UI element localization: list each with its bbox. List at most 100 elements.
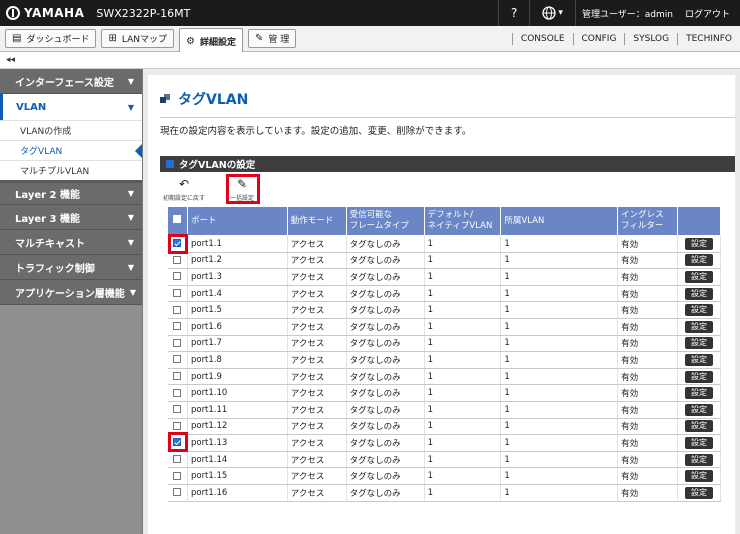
cell-port: port1.8 [187,351,288,369]
cell-frame: タグなしのみ [346,351,425,369]
cell-port: port1.5 [187,301,288,319]
cell-vlan: 1 [500,335,619,353]
column-action [676,206,722,236]
sidebar-item-interface[interactable]: インターフェース設定 ▼ [0,69,142,94]
row-settings-button[interactable]: 設定 [684,470,713,483]
row-checkbox[interactable] [173,405,182,414]
sidebar-item-application[interactable]: アプリケーション層機能 ▼ [0,280,142,305]
cell-port: port1.7 [187,335,288,353]
chevron-down-icon: ▼ [127,76,134,86]
language-button[interactable]: ▾ [529,0,575,26]
row-action-cell: 設定 [677,401,722,419]
select-all-checkbox[interactable] [173,215,182,223]
row-settings-button[interactable]: 設定 [684,420,713,433]
lan-map-icon: ⊞ [108,33,117,44]
row-checkbox[interactable] [173,355,182,364]
cell-vlan: 1 [500,384,619,402]
row-checkbox[interactable] [173,289,182,298]
sidebar-item-vlan[interactable]: VLAN ▼ [0,94,142,120]
cell-port: port1.6 [187,318,288,336]
row-settings-button[interactable]: 設定 [684,304,713,317]
chevron-down-icon: ▼ [127,189,134,198]
row-checkbox[interactable] [173,488,182,497]
cell-frame: タグなしのみ [346,252,425,270]
techinfo-link[interactable]: TECHINFO [677,32,740,45]
console-link[interactable]: CONSOLE [511,32,573,45]
row-action-cell: 設定 [677,235,722,253]
row-checkbox[interactable] [173,255,182,264]
row-checkbox[interactable] [173,421,182,430]
row-settings-button[interactable]: 設定 [684,486,713,499]
row-checkbox[interactable] [173,322,182,331]
table-row: port1.13 アクセス タグなしのみ 1 1 有効 設定 [167,434,722,452]
reset-defaults-button[interactable]: ↶ 初期設定に戻す [160,177,208,202]
row-checkbox[interactable] [173,471,182,480]
row-settings-button[interactable]: 設定 [684,436,713,449]
chevron-down-icon: ▼ [129,287,136,297]
table-row: port1.2 アクセス タグなしのみ 1 1 有効 設定 [167,252,722,270]
chevron-down-icon: ▼ [127,102,134,112]
logout-link[interactable]: ログアウト [679,0,740,26]
row-settings-button[interactable]: 設定 [684,337,713,350]
cell-native: 1 [424,434,502,452]
cell-mode: アクセス [287,235,347,253]
syslog-link[interactable]: SYSLOG [624,32,677,45]
sidebar-item-multicast[interactable]: マルチキャスト ▼ [0,230,142,255]
row-settings-button[interactable]: 設定 [684,403,713,416]
tab-management[interactable]: ✎ 管 理 [247,29,297,48]
sidebar-item-traffic-control[interactable]: トラフィック制御 ▼ [0,255,142,280]
cell-vlan: 1 [500,401,619,419]
chevron-down-icon: ▼ [127,237,134,247]
row-select-cell [167,484,188,502]
row-settings-button[interactable]: 設定 [684,287,713,300]
table-row: port1.10 アクセス タグなしのみ 1 1 有効 設定 [167,384,722,402]
row-settings-button[interactable]: 設定 [684,353,713,366]
tab-dashboard-label: ダッシュボード [26,35,90,45]
table-row: port1.9 アクセス タグなしのみ 1 1 有効 設定 [167,368,722,386]
row-select-cell [167,368,188,386]
page-description: 現在の設定内容を表示しています。設定の追加、変更、削除ができます。 [160,126,472,137]
row-settings-button[interactable]: 設定 [684,387,713,400]
cell-filter: 有効 [617,285,678,303]
current-user: 管理ユーザー：admin [574,0,679,26]
sidebar-item-layer2[interactable]: Layer 2 機能 ▼ [0,180,142,205]
sidebar-subitem-multiple-vlan[interactable]: マルチプルVLAN [0,160,142,180]
row-checkbox[interactable] [173,305,182,314]
row-action-cell: 設定 [677,484,722,502]
cell-mode: アクセス [287,301,347,319]
tab-advanced-settings[interactable]: ⚙ 詳細設定 [178,28,243,53]
tab-lan-map[interactable]: ⊞ LANマップ [101,29,174,48]
row-action-cell: 設定 [677,252,722,270]
help-button[interactable]: ? [498,0,529,26]
row-select-cell [167,301,188,319]
sidebar-subitem-tag-vlan[interactable]: タグVLAN [0,140,142,160]
row-select-cell [167,401,188,419]
cell-mode: アクセス [287,434,347,452]
collapse-bar: ◂◂ [0,52,740,69]
row-settings-button[interactable]: 設定 [684,370,713,383]
sidebar-subitem-vlan-create[interactable]: VLANの作成 [0,120,142,140]
row-checkbox[interactable] [173,338,182,347]
cell-vlan: 1 [500,351,619,369]
row-settings-button[interactable]: 設定 [684,453,713,466]
row-checkbox[interactable] [173,272,182,281]
collapse-sidebar-icon[interactable]: ◂◂ [6,55,15,65]
row-settings-button[interactable]: 設定 [684,270,713,283]
tab-dashboard[interactable]: ▤ ダッシュボード [5,29,97,48]
row-settings-button[interactable]: 設定 [684,237,713,250]
cell-native: 1 [424,368,502,386]
cell-filter: 有効 [617,252,678,270]
row-action-cell: 設定 [677,434,722,452]
row-checkbox[interactable] [173,372,182,381]
cell-frame: タグなしのみ [346,335,425,353]
cell-frame: タグなしのみ [346,318,425,336]
row-checkbox[interactable] [173,455,182,464]
cell-native: 1 [424,351,502,369]
cell-mode: アクセス [287,451,347,469]
sidebar-item-layer3[interactable]: Layer 3 機能 ▼ [0,205,142,230]
row-checkbox[interactable] [173,388,182,397]
config-link[interactable]: CONFIG [572,32,625,45]
row-settings-button[interactable]: 設定 [684,254,713,267]
cell-port: port1.4 [187,285,288,303]
row-settings-button[interactable]: 設定 [684,320,713,333]
